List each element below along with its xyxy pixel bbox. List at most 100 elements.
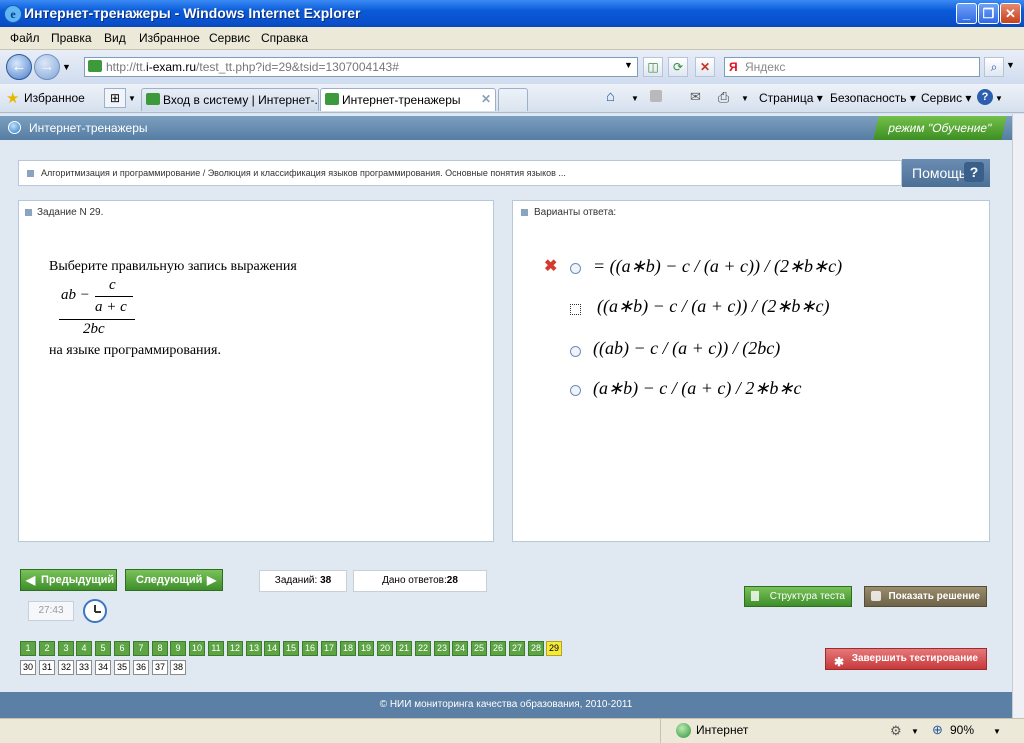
- menu-edit[interactable]: Правка: [51, 31, 92, 45]
- help-button[interactable]: Помощь ?: [902, 159, 990, 187]
- search-icon[interactable]: ⌕: [984, 57, 1004, 77]
- question-number-29[interactable]: 29: [546, 641, 562, 656]
- search-options-icon[interactable]: ▼: [1006, 60, 1015, 70]
- question-number-13[interactable]: 13: [246, 641, 262, 656]
- answer-radio-2[interactable]: [570, 304, 581, 315]
- arrow-right-icon: ▶: [207, 573, 217, 587]
- question-number-22[interactable]: 22: [415, 641, 431, 656]
- question-number-19[interactable]: 19: [358, 641, 374, 656]
- quick-tabs-icon[interactable]: ⊞: [104, 88, 126, 108]
- close-button[interactable]: ✕: [1000, 3, 1021, 24]
- question-number-27[interactable]: 27: [509, 641, 525, 656]
- question-number-35[interactable]: 35: [114, 660, 130, 675]
- help-dropdown-icon[interactable]: ▼: [995, 94, 1003, 103]
- tools-menu[interactable]: Сервис ▾: [921, 91, 971, 105]
- compatibility-icon[interactable]: ◫: [643, 57, 663, 77]
- print-icon[interactable]: ⎙: [718, 89, 729, 106]
- question-number-25[interactable]: 25: [471, 641, 487, 656]
- question-number-14[interactable]: 14: [264, 641, 280, 656]
- question-number-18[interactable]: 18: [340, 641, 356, 656]
- home-dropdown-icon[interactable]: ▼: [631, 94, 639, 103]
- favorites-button[interactable]: Избранное: [24, 91, 85, 105]
- question-number-30[interactable]: 30: [20, 660, 36, 675]
- history-dropdown-icon[interactable]: ▼: [62, 62, 71, 72]
- protected-dropdown-icon[interactable]: ▼: [911, 727, 919, 736]
- question-number-6[interactable]: 6: [114, 641, 130, 656]
- question-number-34[interactable]: 34: [95, 660, 111, 675]
- menu-view[interactable]: Вид: [104, 31, 126, 45]
- question-number-5[interactable]: 5: [95, 641, 111, 656]
- mail-icon[interactable]: ✉: [690, 89, 701, 105]
- tab-login[interactable]: Вход в систему | Интернет-...: [141, 88, 319, 111]
- question-number-17[interactable]: 17: [321, 641, 337, 656]
- question-number-7[interactable]: 7: [133, 641, 149, 656]
- zoom-dropdown-icon[interactable]: ▼: [993, 727, 1001, 736]
- new-tab-button[interactable]: [498, 88, 528, 111]
- answer-option-3[interactable]: ((ab) − c / (a + c)) / (2bc): [593, 338, 780, 359]
- question-number-21[interactable]: 21: [396, 641, 412, 656]
- zoom-level[interactable]: 90%: [950, 723, 974, 737]
- show-solution-button[interactable]: Показать решение: [864, 586, 987, 607]
- question-number-11[interactable]: 11: [208, 641, 224, 656]
- answer-option-4[interactable]: (a∗b) − c / (a + c) / 2∗b∗c: [593, 378, 802, 399]
- question-number-8[interactable]: 8: [152, 641, 168, 656]
- question-number-33[interactable]: 33: [76, 660, 92, 675]
- question-number-38[interactable]: 38: [170, 660, 186, 675]
- menu-file[interactable]: Файл: [10, 31, 40, 45]
- question-number-12[interactable]: 12: [227, 641, 243, 656]
- next-button[interactable]: Следующий ▶: [125, 569, 223, 591]
- back-button[interactable]: ←: [6, 54, 32, 80]
- forward-button[interactable]: →: [34, 54, 60, 80]
- zoom-icon[interactable]: ⊕: [932, 722, 943, 738]
- question-number-1[interactable]: 1: [20, 641, 36, 656]
- answer-radio-3[interactable]: [570, 346, 581, 357]
- question-number-31[interactable]: 31: [39, 660, 55, 675]
- tab-list-icon[interactable]: ▼: [128, 94, 136, 103]
- feeds-icon[interactable]: [650, 90, 662, 102]
- question-number-26[interactable]: 26: [490, 641, 506, 656]
- menu-help[interactable]: Справка: [261, 31, 308, 45]
- close-tab-icon[interactable]: ✕: [481, 92, 491, 106]
- question-number-32[interactable]: 32: [58, 660, 74, 675]
- question-number-16[interactable]: 16: [302, 641, 318, 656]
- question-number-23[interactable]: 23: [434, 641, 450, 656]
- answers-panel: Варианты ответа: ✖ = ((a∗b) − c / (a + c…: [512, 200, 990, 542]
- tab-trainers[interactable]: Интернет-тренажеры ✕: [320, 88, 496, 111]
- stop-icon[interactable]: ✕: [695, 57, 715, 77]
- address-dropdown-icon[interactable]: ▼: [624, 60, 633, 70]
- window-title-bar[interactable]: e Интернет-тренажеры - Windows Internet …: [0, 0, 1024, 27]
- menu-favorites[interactable]: Избранное: [139, 31, 200, 45]
- question-number-28[interactable]: 28: [528, 641, 544, 656]
- security-menu[interactable]: Безопасность ▾: [830, 91, 916, 105]
- prev-button[interactable]: ◀ Предыдущий: [20, 569, 117, 591]
- question-number-10[interactable]: 10: [189, 641, 205, 656]
- protected-mode-icon[interactable]: ⚙: [890, 723, 902, 739]
- structure-button[interactable]: Структура теста: [744, 586, 852, 607]
- question-number-3[interactable]: 3: [58, 641, 74, 656]
- refresh-icon[interactable]: ⟳: [668, 57, 688, 77]
- print-dropdown-icon[interactable]: ▼: [741, 94, 749, 103]
- question-number-24[interactable]: 24: [452, 641, 468, 656]
- question-number-4[interactable]: 4: [76, 641, 92, 656]
- book-icon: [871, 591, 881, 601]
- question-number-37[interactable]: 37: [152, 660, 168, 675]
- answer-radio-1[interactable]: [570, 263, 581, 274]
- favorites-star-icon[interactable]: ★: [6, 89, 19, 107]
- page-menu[interactable]: Страница ▾: [759, 91, 823, 105]
- answer-option-1[interactable]: = ((a∗b) − c / (a + c)) / (2∗b∗c): [593, 256, 842, 277]
- question-number-20[interactable]: 20: [377, 641, 393, 656]
- question-number-15[interactable]: 15: [283, 641, 299, 656]
- question-number-9[interactable]: 9: [170, 641, 186, 656]
- vertical-scrollbar[interactable]: [1012, 114, 1024, 718]
- home-icon[interactable]: ⌂: [606, 88, 615, 105]
- answer-radio-4[interactable]: [570, 385, 581, 396]
- finish-test-button[interactable]: ✱ Завершить тестирование: [825, 648, 987, 670]
- answer-option-2[interactable]: ((a∗b) − c / (a + c)) / (2∗b∗c): [597, 296, 829, 317]
- minimize-button[interactable]: _: [956, 3, 977, 24]
- menu-tools[interactable]: Сервис: [209, 31, 250, 45]
- site-favicon-icon: [88, 60, 102, 72]
- help-icon[interactable]: ?: [977, 89, 993, 105]
- maximize-button[interactable]: ❐: [978, 3, 999, 24]
- question-number-36[interactable]: 36: [133, 660, 149, 675]
- question-number-2[interactable]: 2: [39, 641, 55, 656]
